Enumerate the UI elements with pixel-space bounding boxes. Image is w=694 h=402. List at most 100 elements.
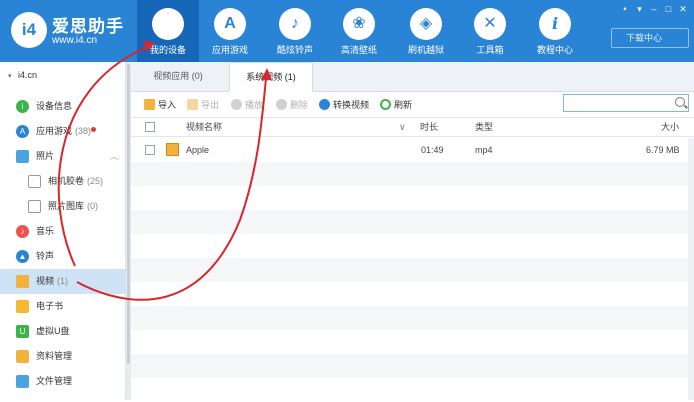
import-button[interactable]: 导入 <box>144 98 176 112</box>
nav-flash-jailbreak[interactable]: ◈ 刷机越狱 <box>395 0 457 62</box>
sidebar-item-count: (0) <box>87 201 99 211</box>
row-checkbox[interactable] <box>145 145 155 155</box>
sidebar-item-device-info[interactable]: i 设备信息 <box>0 94 126 119</box>
close-icon[interactable]: ✕ <box>677 4 689 15</box>
sidebar-item-camera-roll[interactable]: 相机胶卷 (25) <box>0 169 126 194</box>
export-button[interactable]: 导出 <box>187 98 219 112</box>
info-icon: i <box>539 8 571 40</box>
data-icon <box>16 350 29 364</box>
nav-ringtones[interactable]: ♪ 酷炫铃声 <box>264 0 326 62</box>
sidebar-item-videos[interactable]: 视频 (1) <box>0 269 126 294</box>
refresh-button[interactable]: 刷新 <box>380 98 412 112</box>
play-icon <box>231 99 242 110</box>
sort-chevron-icon[interactable]: ∨ <box>399 118 406 138</box>
sidebar-scrollbar-thumb[interactable] <box>127 64 130 364</box>
import-icon <box>144 99 155 110</box>
sidebar-item-virtual-udisk[interactable]: U 虚拟U盘 <box>0 319 126 344</box>
convert-video-button[interactable]: 转换视频 <box>319 98 369 112</box>
column-header-size[interactable]: 大小 <box>661 118 679 138</box>
app-store-icon: A <box>16 125 29 139</box>
window-controls: • ▾ – □ ✕ <box>619 4 689 16</box>
nav-label: 刷机越狱 <box>407 45 444 55</box>
sidebar-item-label: 相机胶卷 <box>48 176 85 186</box>
sidebar-item-data-management[interactable]: 资料管理 <box>0 344 126 369</box>
sidebar-item-label: 铃声 <box>36 251 55 261</box>
delete-icon <box>276 99 287 110</box>
download-center-button[interactable]: 下载中心 <box>611 28 689 48</box>
sidebar-item-apps[interactable]: A 应用游戏 (38) <box>0 119 126 144</box>
empty-row <box>131 234 694 258</box>
refresh-icon <box>380 99 391 110</box>
sidebar-item-count: (25) <box>87 176 104 186</box>
sidebar-item-count: (38) <box>75 126 92 136</box>
sidebar-item-label: 视频 <box>36 276 55 286</box>
table-header: 视频名称 ∨ 时长 类型 大小 <box>131 117 694 137</box>
search-icon[interactable] <box>675 97 685 107</box>
search-input[interactable] <box>563 94 689 112</box>
sidebar-item-ringtones[interactable]: ▲ 铃声 <box>0 244 126 269</box>
nav-my-device[interactable]: 我的设备 <box>137 0 199 62</box>
maximize-icon[interactable]: □ <box>662 4 674 14</box>
video-icon <box>16 275 29 289</box>
empty-row <box>131 354 694 378</box>
sidebar-item-file-management[interactable]: 文件管理 <box>0 369 126 394</box>
sidebar-item-label: 照片图库 <box>48 201 85 211</box>
app-store-icon: A <box>214 8 246 40</box>
sidebar-item-label: 资料管理 <box>36 351 73 361</box>
bell-icon: ▲ <box>16 250 29 264</box>
usb-icon: U <box>16 325 29 339</box>
top-bar: i4 爱思助手 www.i4.cn 我的设备 A 应用游戏 ♪ 酷炫铃声 ❀ 高… <box>0 0 694 62</box>
book-icon <box>16 300 29 314</box>
nav-label: 教程中心 <box>536 45 573 55</box>
brand-name: 爱思助手 <box>52 17 124 36</box>
tab-video-apps[interactable]: 视频应用 (0) <box>139 62 217 92</box>
sidebar-item-count: (1) <box>57 276 69 286</box>
right-scrollbar[interactable] <box>688 138 694 400</box>
cell-name: Apple <box>186 145 210 155</box>
nav-wallpapers[interactable]: ❀ 高清壁纸 <box>328 0 390 62</box>
column-header-name[interactable]: 视频名称 <box>186 118 222 138</box>
file-icon <box>16 375 29 389</box>
music-icon: ♪ <box>16 225 29 239</box>
nav-apps-games[interactable]: A 应用游戏 <box>199 0 261 62</box>
apple-icon <box>152 8 184 40</box>
skin-icon[interactable]: ▾ <box>633 4 645 15</box>
tools-icon: ✕ <box>474 8 506 40</box>
empty-row <box>131 330 694 354</box>
sidebar-item-label: 音乐 <box>36 226 55 236</box>
column-header-type[interactable]: 类型 <box>475 118 493 138</box>
convert-icon <box>319 99 330 110</box>
sidebar: ▾ i4.cn i 设备信息 A 应用游戏 (38) 照片 ︿ 相机胶卷 (25) 照片… <box>0 62 126 400</box>
device-selector[interactable]: ▾ i4.cn <box>0 62 126 88</box>
table-row[interactable]: Apple 01:49 mp4 6.79 MB <box>131 138 694 162</box>
nav-toolbox[interactable]: ✕ 工具箱 <box>459 0 521 62</box>
sidebar-item-music[interactable]: ♪ 音乐 <box>0 219 126 244</box>
empty-row <box>131 210 694 234</box>
nav-label: 高清壁纸 <box>340 45 377 55</box>
export-icon <box>187 99 198 110</box>
empty-row <box>131 378 694 402</box>
menu-icon[interactable]: • <box>619 4 631 14</box>
empty-row <box>131 258 694 282</box>
minimize-icon[interactable]: – <box>648 4 660 14</box>
sidebar-item-ebooks[interactable]: 电子书 <box>0 294 126 319</box>
delete-button[interactable]: 删除 <box>276 98 308 112</box>
notification-dot <box>91 127 96 132</box>
column-header-duration[interactable]: 时长 <box>420 118 438 138</box>
sidebar-item-label: 设备信息 <box>36 101 73 111</box>
sidebar-item-photo-library[interactable]: 照片图库 (0) <box>0 194 126 219</box>
empty-row <box>131 186 694 210</box>
nav-tutorials[interactable]: i 教程中心 <box>524 0 586 62</box>
sidebar-item-label: 应用游戏 <box>36 126 73 136</box>
cell-duration: 01:49 <box>421 145 444 155</box>
tab-system-videos[interactable]: 系统视频 (1) <box>229 62 313 92</box>
brand-url: www.i4.cn <box>52 35 98 46</box>
nav-label: 应用游戏 <box>211 45 248 55</box>
select-all-checkbox[interactable] <box>145 122 155 132</box>
sidebar-item-label: 虚拟U盘 <box>36 326 70 336</box>
chevron-up-icon: ︿ <box>110 152 118 161</box>
i4-logo-icon: i4 <box>11 12 47 48</box>
play-button[interactable]: 播放 <box>231 98 263 112</box>
sidebar-item-photos[interactable]: 照片 ︿ <box>0 144 126 169</box>
collapse-arrow-icon: ▾ <box>8 73 12 80</box>
